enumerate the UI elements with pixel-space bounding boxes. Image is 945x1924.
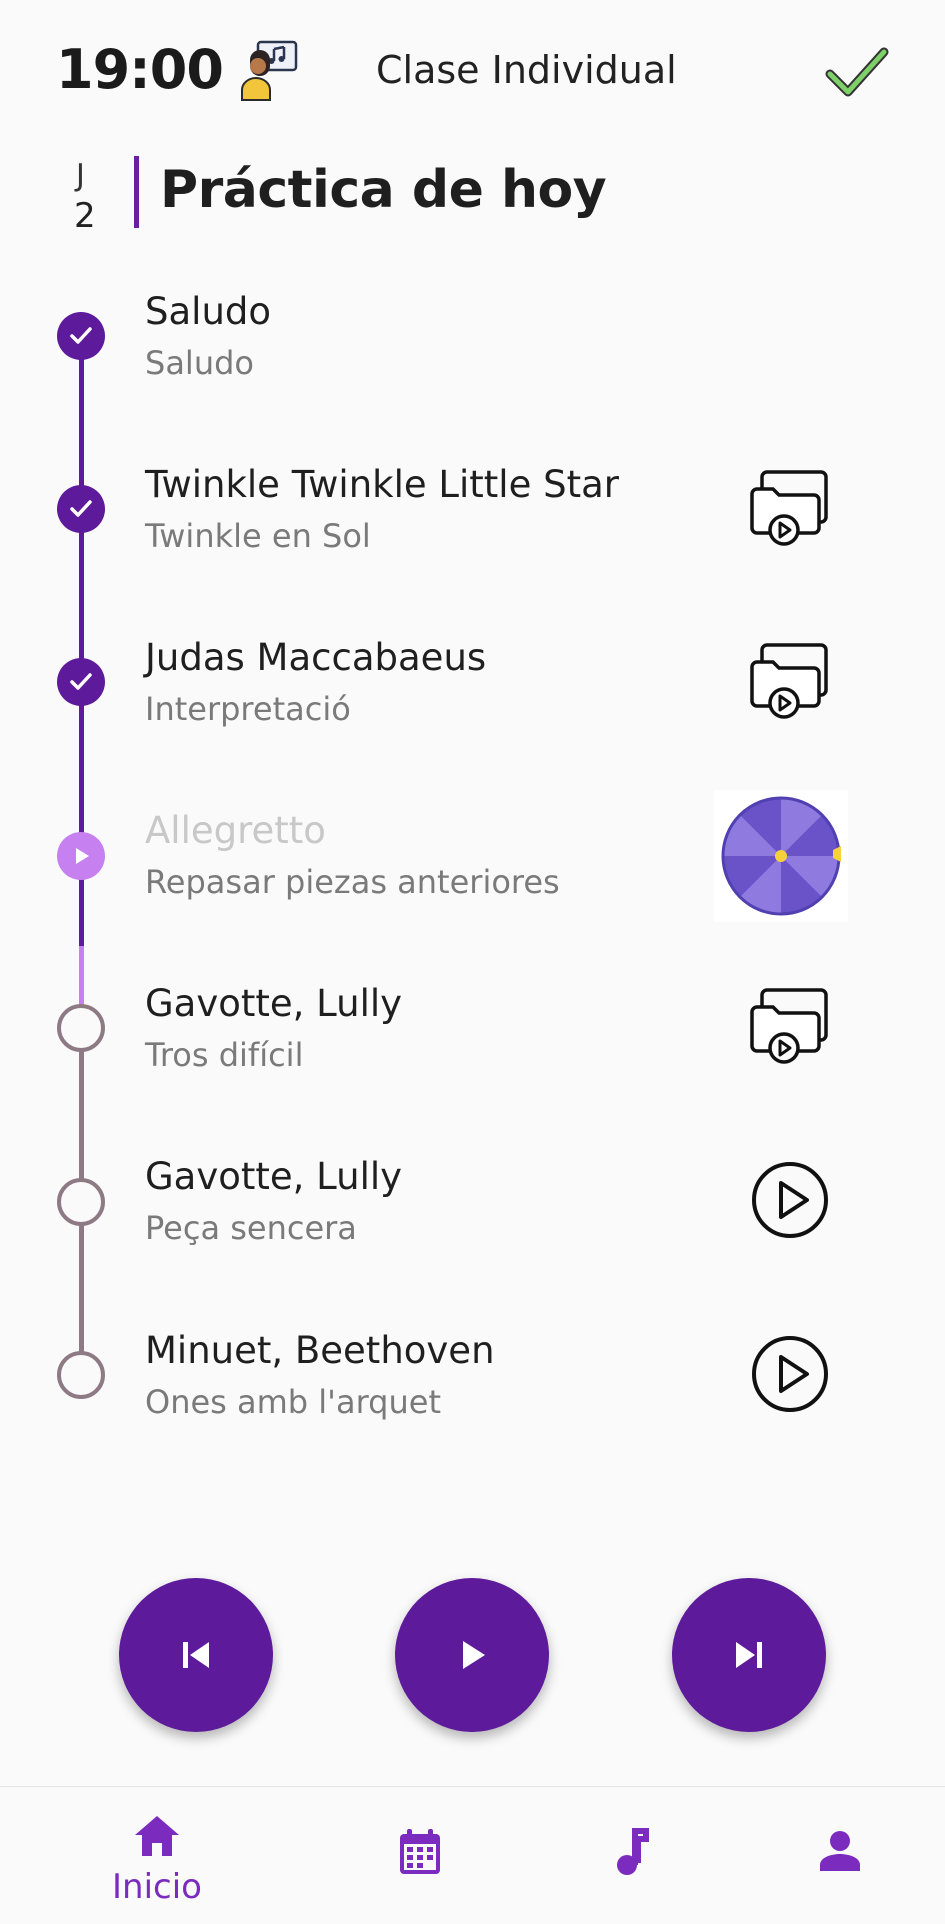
step-done-icon <box>57 658 105 706</box>
timeline-line-done <box>79 336 84 856</box>
item-subtitle: Interpretació <box>145 690 351 728</box>
item-subtitle: Peça sencera <box>145 1209 357 1247</box>
nav-label-home: Inicio <box>112 1867 202 1907</box>
item-title[interactable]: Allegretto <box>145 809 326 852</box>
teacher-music-icon <box>241 40 298 101</box>
play-circle-icon[interactable] <box>746 1156 834 1244</box>
step-done-icon <box>57 485 105 533</box>
item-subtitle: Repasar piezas anteriores <box>145 863 560 901</box>
previous-button[interactable] <box>119 1578 273 1732</box>
step-pending-icon <box>57 1351 105 1399</box>
check-icon[interactable] <box>824 44 890 100</box>
item-title[interactable]: Gavotte, Lully <box>145 1155 402 1198</box>
spin-wheel-icon[interactable] <box>714 790 848 922</box>
nav-item-calendar[interactable] <box>380 1787 460 1924</box>
step-pending-icon <box>57 1178 105 1226</box>
item-title[interactable]: Gavotte, Lully <box>145 982 402 1025</box>
item-subtitle: Saludo <box>145 344 254 382</box>
item-subtitle: Twinkle en Sol <box>145 517 371 555</box>
video-folder-icon[interactable] <box>746 635 834 723</box>
step-current-icon <box>57 832 105 880</box>
nav-item-music[interactable] <box>590 1787 670 1924</box>
day-letter: J <box>76 158 85 193</box>
item-subtitle: Tros difícil <box>145 1036 304 1074</box>
item-subtitle: Ones amb l'arquet <box>145 1383 441 1421</box>
video-folder-icon[interactable] <box>746 980 834 1068</box>
music-note-icon <box>617 1828 649 1875</box>
play-button[interactable] <box>395 1578 549 1732</box>
nav-item-profile[interactable] <box>800 1787 880 1924</box>
home-icon <box>135 1816 179 1856</box>
day-number: 2 <box>74 196 96 236</box>
play-icon <box>463 1641 485 1669</box>
item-title[interactable]: Saludo <box>145 290 271 333</box>
item-title[interactable]: Judas Maccabaeus <box>145 636 486 679</box>
play-circle-icon[interactable] <box>746 1330 834 1418</box>
skip-previous-icon <box>183 1642 209 1668</box>
next-button[interactable] <box>672 1578 826 1732</box>
app-screen: 19:00 Clase Individual J 2 Práctica de h… <box>0 0 945 1924</box>
bottom-nav: Inicio <box>0 1786 945 1924</box>
class-type-label: Clase Individual <box>376 48 677 92</box>
skip-next-icon <box>736 1642 762 1668</box>
nav-item-home[interactable]: Inicio <box>104 1787 210 1924</box>
step-done-icon <box>57 312 105 360</box>
title-divider <box>134 156 139 228</box>
class-time: 19:00 <box>56 38 224 101</box>
item-title[interactable]: Twinkle Twinkle Little Star <box>145 463 619 506</box>
video-folder-icon[interactable] <box>746 462 834 550</box>
calendar-icon <box>400 1829 440 1874</box>
item-title[interactable]: Minuet, Beethoven <box>145 1329 495 1372</box>
page-title: Práctica de hoy <box>160 160 607 220</box>
profile-icon <box>820 1831 860 1871</box>
step-pending-icon <box>57 1004 105 1052</box>
